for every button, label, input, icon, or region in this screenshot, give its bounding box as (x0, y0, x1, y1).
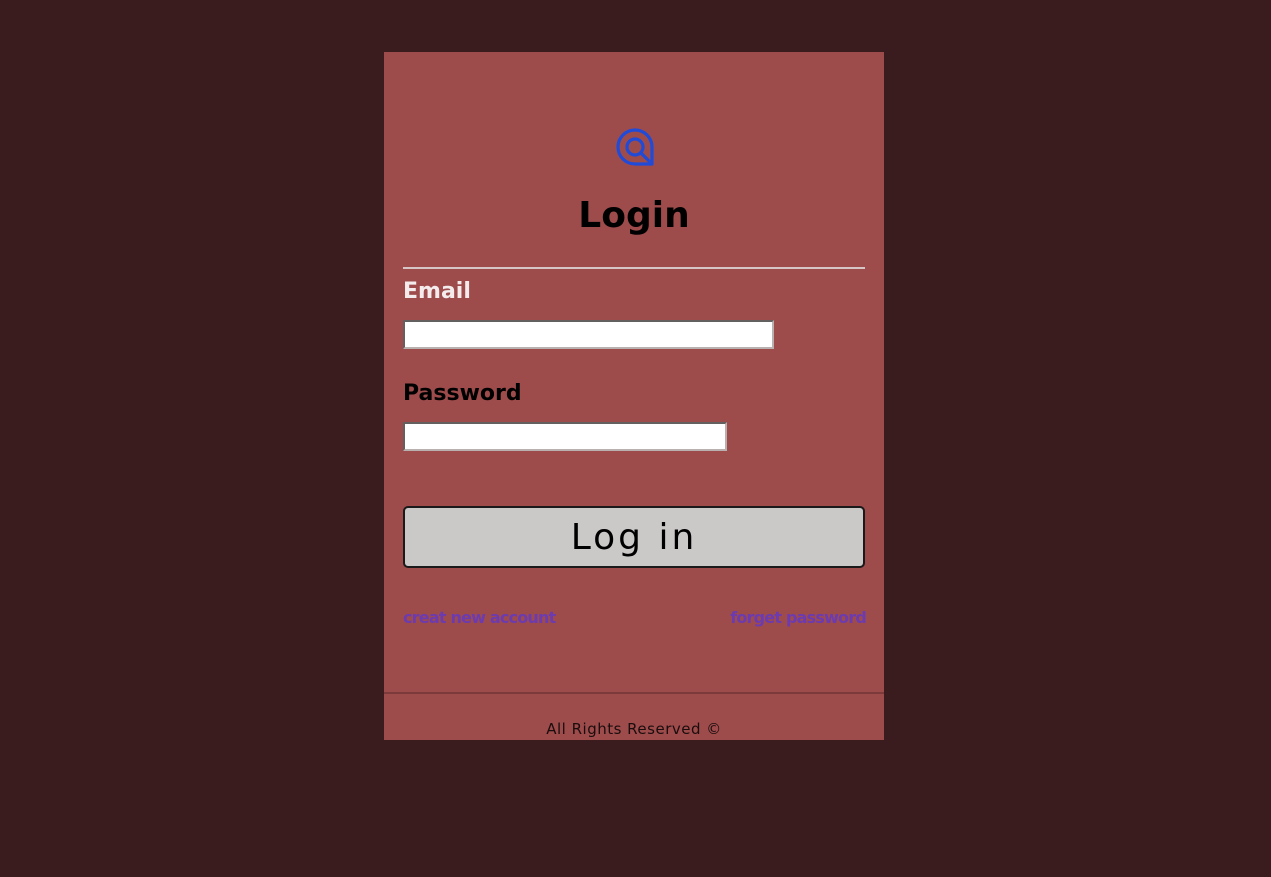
login-button[interactable]: Log in (403, 506, 865, 568)
create-account-link[interactable]: creat new account (403, 608, 556, 628)
forget-password-link[interactable]: forget password (730, 608, 867, 628)
password-field[interactable] (403, 422, 727, 451)
at-sign-logo-icon (616, 128, 654, 166)
login-card: Login Email Password Log in creat new ac… (384, 52, 884, 740)
password-label: Password (403, 381, 522, 406)
email-label: Email (403, 279, 471, 304)
page-title: Login (578, 195, 690, 236)
footer-copyright: All Rights Reserved © (546, 720, 722, 738)
footer-divider (384, 692, 884, 694)
title-divider (403, 267, 865, 269)
email-field[interactable] (403, 320, 774, 349)
